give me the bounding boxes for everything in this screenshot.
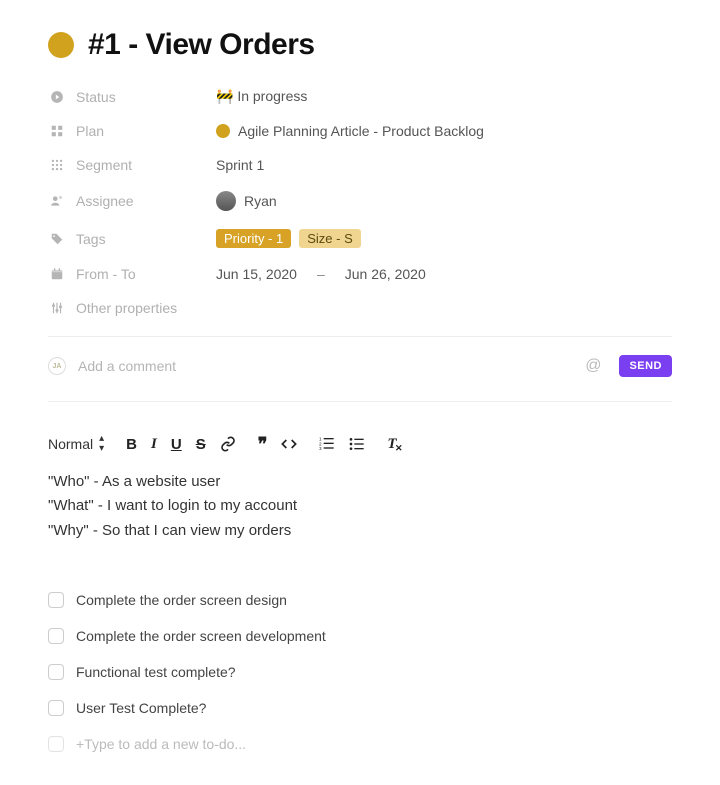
tag-size[interactable]: Size - S xyxy=(299,229,361,248)
editor-toolbar: Normal ▴▾ B I U S ❞ 123 T✕ xyxy=(48,416,672,464)
other-properties-label: Other properties xyxy=(66,300,216,316)
status-label: Status xyxy=(66,89,216,105)
ordered-list-button[interactable]: 123 xyxy=(319,436,335,452)
comment-avatar: JA xyxy=(48,357,66,375)
assignee-label: Assignee xyxy=(66,193,216,209)
body-line: "What" - I want to login to my account xyxy=(48,494,672,517)
underline-button[interactable]: U xyxy=(171,437,182,452)
todo-item[interactable]: Complete the order screen development xyxy=(48,628,672,644)
property-status[interactable]: Status 🚧 In progress xyxy=(48,88,672,105)
calendar-icon xyxy=(48,267,66,281)
svg-text:3: 3 xyxy=(319,446,322,451)
date-to[interactable]: Jun 26, 2020 xyxy=(345,266,426,282)
editor-body[interactable]: "Who" - As a website user "What" - I wan… xyxy=(48,470,672,542)
link-button[interactable] xyxy=(220,436,236,452)
body-line: "Who" - As a website user xyxy=(48,470,672,493)
todo-label[interactable]: Complete the order screen development xyxy=(76,628,326,644)
status-icon xyxy=(48,90,66,104)
todo-item[interactable]: User Test Complete? xyxy=(48,700,672,716)
divider xyxy=(48,401,672,402)
property-tags[interactable]: Tags Priority - 1 Size - S xyxy=(48,229,672,248)
checkbox-icon[interactable] xyxy=(48,628,64,644)
code-button[interactable] xyxy=(281,436,297,452)
clear-format-button[interactable]: T✕ xyxy=(387,437,396,452)
todo-item[interactable]: Functional test complete? xyxy=(48,664,672,680)
tag-priority[interactable]: Priority - 1 xyxy=(216,229,291,248)
tags-label: Tags xyxy=(66,231,216,247)
property-assignee[interactable]: Assignee Ryan xyxy=(48,191,672,211)
property-plan[interactable]: Plan Agile Planning Article - Product Ba… xyxy=(48,123,672,139)
bold-button[interactable]: B xyxy=(126,437,137,452)
send-button[interactable]: SEND xyxy=(619,355,672,377)
date-separator: – xyxy=(317,266,325,282)
checkbox-icon[interactable] xyxy=(48,592,64,608)
dates-label: From - To xyxy=(66,266,216,282)
page-title-row: #1 - View Orders xyxy=(48,28,672,62)
format-dropdown[interactable]: Normal ▴▾ xyxy=(48,434,104,454)
todo-label[interactable]: Functional test complete? xyxy=(76,664,236,680)
segment-icon xyxy=(48,158,66,172)
todo-list: Complete the order screen design Complet… xyxy=(48,592,672,752)
quote-button[interactable]: ❞ xyxy=(258,435,268,453)
comment-bar: JA @ SEND xyxy=(48,351,672,387)
segment-value[interactable]: Sprint 1 xyxy=(216,157,264,173)
date-from[interactable]: Jun 15, 2020 xyxy=(216,266,297,282)
todo-item[interactable]: Complete the order screen design xyxy=(48,592,672,608)
body-line: "Why" - So that I can view my orders xyxy=(48,519,672,542)
format-dropdown-label: Normal xyxy=(48,436,93,452)
properties-panel: Status 🚧 In progress Plan Agile Planning… xyxy=(48,88,672,316)
todo-label[interactable]: Complete the order screen design xyxy=(76,592,287,608)
todo-add-new[interactable]: +Type to add a new to-do... xyxy=(48,736,672,752)
plan-value[interactable]: Agile Planning Article - Product Backlog xyxy=(238,123,484,139)
tags-icon xyxy=(48,232,66,246)
checkbox-icon xyxy=(48,736,64,752)
bullet-list-button[interactable] xyxy=(349,436,365,452)
todo-placeholder-label[interactable]: +Type to add a new to-do... xyxy=(76,736,246,752)
mention-button[interactable]: @ xyxy=(579,357,607,375)
plan-dot-icon xyxy=(216,124,230,138)
checkbox-icon[interactable] xyxy=(48,700,64,716)
italic-button[interactable]: I xyxy=(151,437,157,452)
sliders-icon xyxy=(48,301,66,315)
assignee-icon xyxy=(48,194,66,208)
segment-label: Segment xyxy=(66,157,216,173)
divider xyxy=(48,336,672,337)
property-segment[interactable]: Segment Sprint 1 xyxy=(48,157,672,173)
assignee-avatar xyxy=(216,191,236,211)
strikethrough-button[interactable]: S xyxy=(196,437,206,452)
plan-icon xyxy=(48,124,66,138)
checkbox-icon[interactable] xyxy=(48,664,64,680)
property-other[interactable]: Other properties xyxy=(48,300,672,316)
todo-label[interactable]: User Test Complete? xyxy=(76,700,206,716)
title-color-dot-icon xyxy=(48,32,74,58)
page-title[interactable]: #1 - View Orders xyxy=(88,28,315,62)
property-dates[interactable]: From - To Jun 15, 2020 – Jun 26, 2020 xyxy=(48,266,672,282)
plan-label: Plan xyxy=(66,123,216,139)
comment-input[interactable] xyxy=(78,358,567,374)
status-value[interactable]: 🚧 In progress xyxy=(216,88,307,105)
assignee-value[interactable]: Ryan xyxy=(244,193,277,209)
chevron-updown-icon: ▴▾ xyxy=(99,434,104,454)
